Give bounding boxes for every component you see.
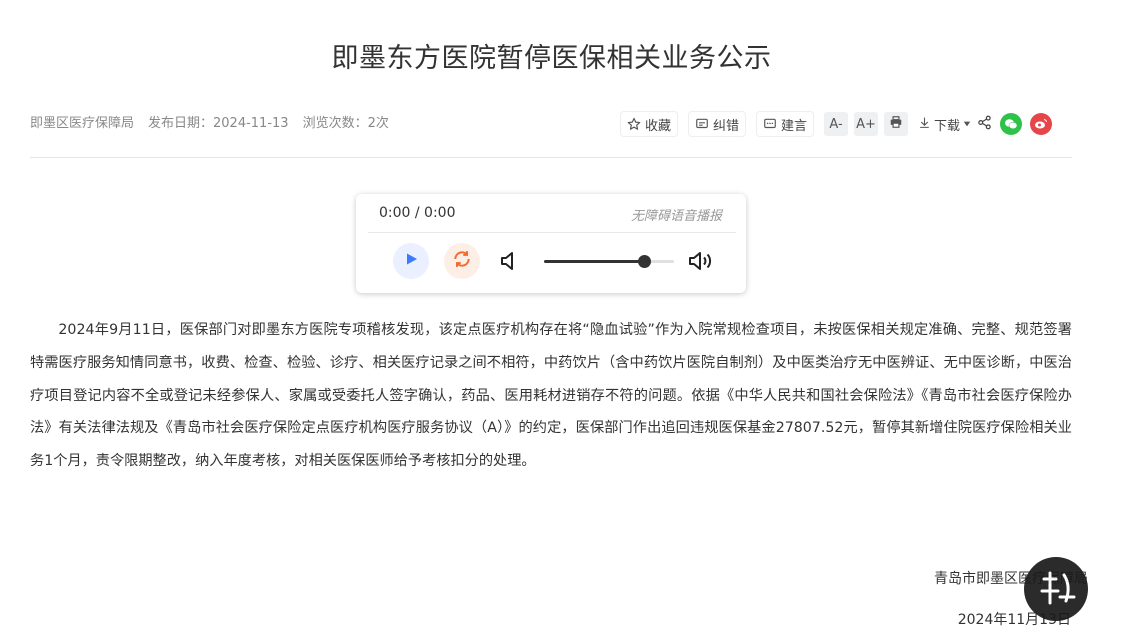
download-icon (918, 116, 931, 133)
header-divider (30, 157, 1072, 158)
font-decrease-button[interactable]: A- (824, 112, 849, 136)
star-icon (627, 117, 641, 131)
play-icon (403, 251, 419, 271)
weibo-share-button[interactable] (1030, 113, 1053, 135)
speaker-muted-icon (499, 252, 521, 277)
download-menu[interactable]: 下载 (918, 115, 971, 134)
article-meta: 即墨区医疗保障局 发布日期：2024-11-13 浏览次数：2次 (30, 112, 389, 131)
audio-player-label: 无障碍语音播报 (630, 209, 722, 224)
watermark-logo (1024, 557, 1088, 621)
page-title: 即墨东方医院暂停医保相关业务公示 (331, 43, 772, 74)
speaker-volume-icon (687, 252, 717, 277)
suggestion-label: 建言 (781, 118, 808, 134)
play-button[interactable] (393, 243, 429, 279)
comment-icon (763, 117, 777, 131)
article-source: 即墨区医疗保障局 (30, 116, 135, 131)
print-button[interactable] (884, 112, 909, 136)
wechat-share-button[interactable] (1000, 113, 1023, 135)
loop-icon (452, 249, 472, 273)
audio-time: 0:00 / 0:00 (379, 205, 456, 221)
player-divider (368, 232, 736, 233)
article-toolbar: 收藏 纠错 建言 A- A+ 下载 (620, 110, 1060, 138)
download-label: 下载 (934, 118, 961, 134)
audio-player: 0:00 / 0:00 无障碍语音播报 (356, 194, 746, 293)
publish-date: 发布日期：2024-11-13 (148, 116, 289, 131)
correction-button[interactable]: 纠错 (688, 111, 747, 137)
share-button[interactable] (977, 115, 992, 134)
favorite-label: 收藏 (645, 118, 672, 134)
caret-down-icon (963, 117, 971, 132)
volume-slider-thumb[interactable] (638, 255, 652, 268)
volume-max-button[interactable] (687, 249, 717, 277)
article-body: 2024年9月11日，医保部门对即墨东方医院专项稽核发现，该定点医疗机构存在将“… (30, 322, 1072, 470)
suggestion-button[interactable]: 建言 (756, 111, 815, 137)
feedback-icon (695, 117, 709, 131)
volume-slider-fill (544, 260, 645, 263)
wechat-icon (1004, 115, 1018, 134)
favorite-button[interactable]: 收藏 (620, 111, 679, 137)
mute-button[interactable] (499, 249, 521, 277)
loop-button[interactable] (444, 243, 480, 279)
printer-icon (889, 115, 903, 133)
share-icon (977, 115, 992, 134)
correction-label: 纠错 (713, 118, 740, 134)
volume-slider[interactable] (544, 255, 674, 268)
weibo-icon (1034, 115, 1048, 134)
view-count: 浏览次数：2次 (302, 116, 389, 131)
font-increase-button[interactable]: A+ (854, 112, 879, 136)
